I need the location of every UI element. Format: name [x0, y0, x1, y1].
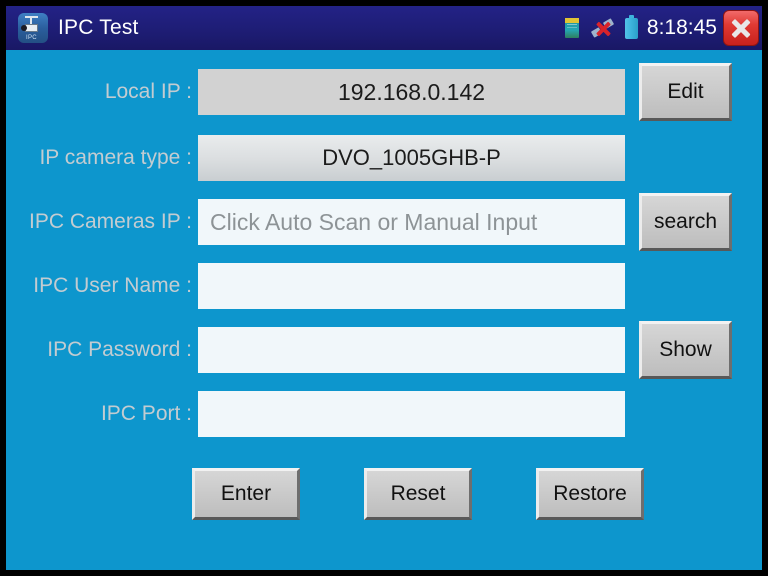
search-button[interactable]: search — [639, 193, 732, 251]
close-icon[interactable] — [723, 10, 759, 46]
form-row-ipc-user-name: IPC User Name : — [6, 260, 762, 312]
network-disconnected-icon — [590, 18, 615, 38]
local-ip-value: 192.168.0.142 — [198, 69, 625, 115]
ipc-user-name-input[interactable] — [198, 263, 625, 309]
sd-card-icon — [564, 18, 579, 38]
ipc-cameras-ip-input[interactable]: Click Auto Scan or Manual Input — [198, 199, 625, 245]
clock: 8:18:45 — [646, 16, 717, 39]
form-panel: Local IP : 192.168.0.142 Edit IP camera typ… — [6, 50, 762, 570]
ipc-password-input[interactable] — [198, 327, 625, 373]
restore-button[interactable]: Restore — [536, 468, 644, 520]
form-row-ipc-port: IPC Port : — [6, 388, 762, 440]
ipc-port-label: IPC Port : — [100, 402, 192, 425]
window-title: IPC Test — [58, 16, 139, 39]
ip-camera-type-select[interactable]: DVO_1005GHB-P — [198, 135, 625, 181]
form-row-ip-camera-type: IP camera type : DVO_1005GHB-P — [6, 132, 762, 184]
action-button-row: Enter Reset Restore — [6, 468, 762, 528]
status-area: 8:18:45 — [564, 6, 762, 50]
app-window: IPC IPC Test 8:18:45 Local IP : 192.168.0… — [0, 0, 768, 576]
ipc-cameras-ip-placeholder: Click Auto Scan or Manual Input — [210, 208, 538, 235]
local-ip-label: Local IP : — [104, 80, 192, 103]
title-bar: IPC IPC Test 8:18:45 — [6, 6, 762, 50]
enter-button[interactable]: Enter — [192, 468, 300, 520]
app-icon-label: IPC — [26, 35, 37, 41]
camera-lens — [21, 25, 27, 31]
ipc-password-label: IPC Password : — [47, 338, 192, 361]
ipc-user-name-label: IPC User Name : — [33, 274, 192, 297]
form-row-local-ip: Local IP : 192.168.0.142 Edit — [6, 63, 762, 121]
ipc-cameras-ip-label: IPC Cameras IP : — [29, 210, 192, 233]
battery-icon — [624, 14, 638, 39]
edit-button[interactable]: Edit — [639, 63, 732, 121]
form-row-ipc-cameras-ip: IPC Cameras IP : Click Auto Scan or Manua… — [6, 193, 762, 251]
form-row-ipc-password: IPC Password : Show — [6, 321, 762, 379]
show-password-button[interactable]: Show — [639, 321, 732, 379]
ip-camera-type-label: IP camera type : — [39, 146, 192, 169]
reset-button[interactable]: Reset — [364, 468, 472, 520]
ipc-port-input[interactable] — [198, 391, 625, 437]
ipc-camera-icon: IPC — [18, 13, 48, 43]
